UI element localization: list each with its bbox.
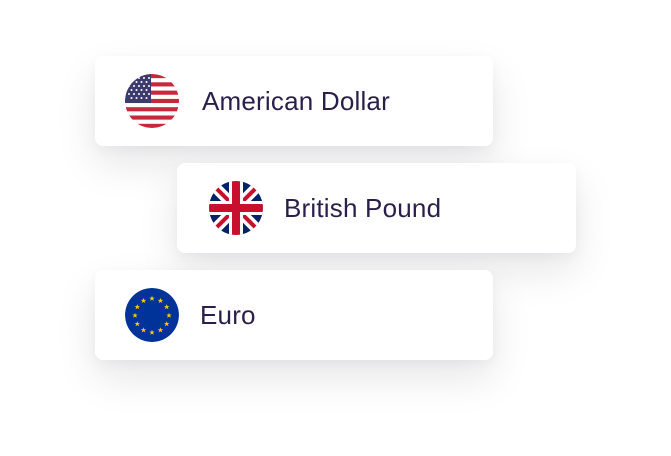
currency-option-usd[interactable]: American Dollar [95, 56, 493, 146]
currency-option-eur[interactable]: Euro [95, 270, 493, 360]
currency-option-gbp[interactable]: British Pound [177, 163, 576, 253]
eu-flag-icon [125, 288, 179, 342]
currency-label-usd: American Dollar [202, 85, 390, 116]
uk-flag-icon [209, 181, 263, 235]
currency-label-eur: Euro [200, 299, 256, 330]
us-flag-icon [125, 74, 179, 128]
currency-label-gbp: British Pound [284, 192, 442, 223]
